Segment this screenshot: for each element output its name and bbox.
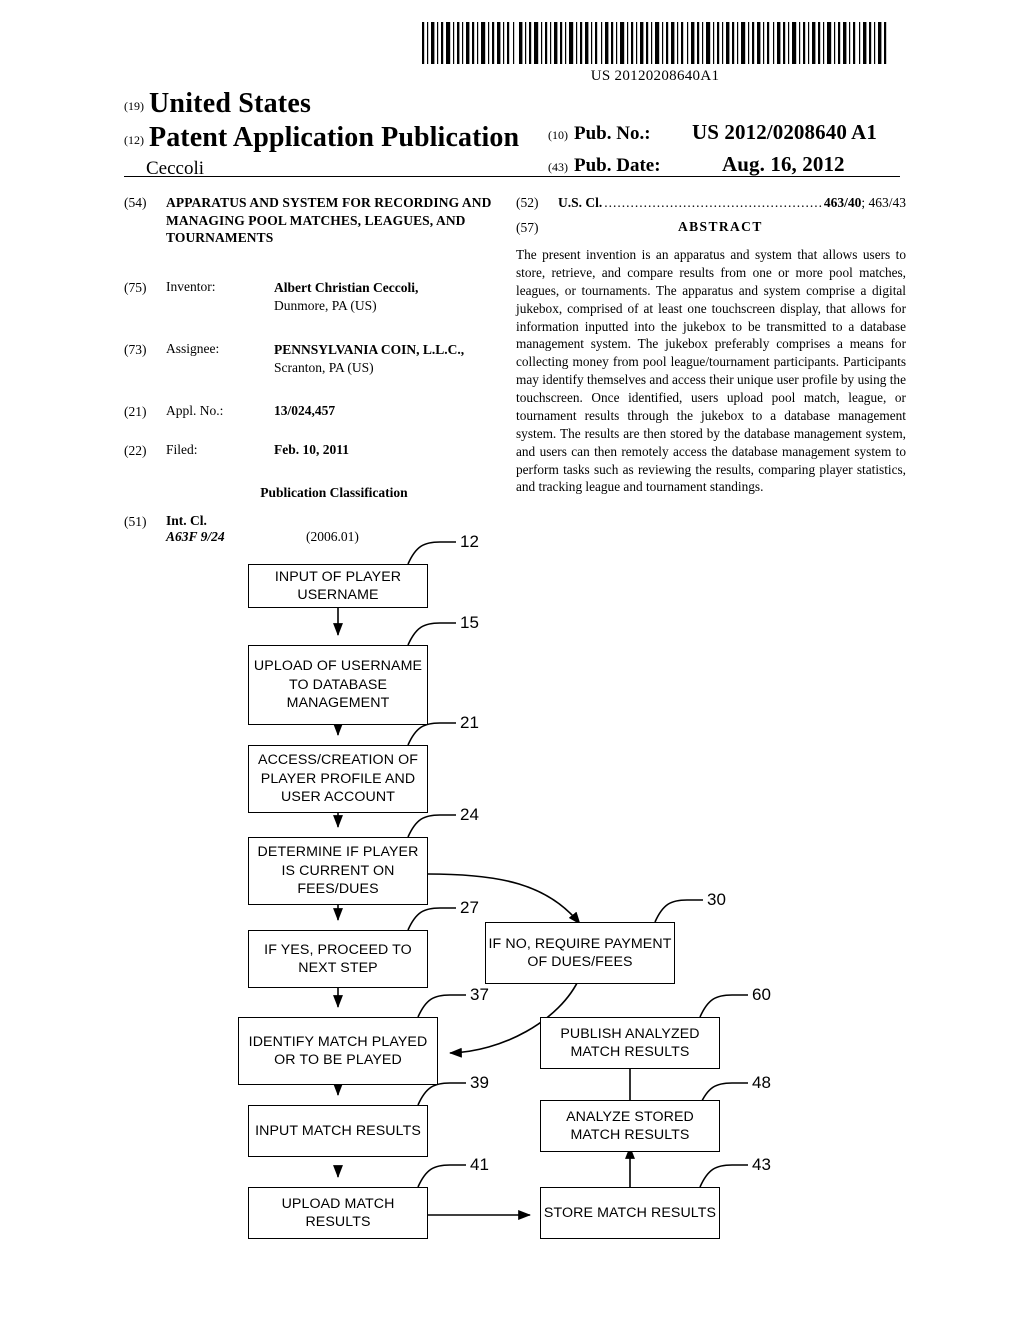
flow-box-43-label: STORE MATCH RESULTS <box>543 1204 717 1221</box>
pub-date-value: Aug. 16, 2012 <box>722 152 845 176</box>
ref-numeral-48: 48 <box>752 1073 771 1092</box>
flow-box-37-label: IDENTIFY MATCH PLAYED OR TO BE PLAYED <box>248 1033 428 1068</box>
publication-number-text: US 20120208640A1 <box>590 68 720 84</box>
filed-tag: (22) <box>124 442 147 458</box>
pub-no-label: Pub. No.: <box>574 123 651 144</box>
inventor-address: Dunmore, PA (US) <box>274 297 377 313</box>
us-cl-label: U.S. Cl. <box>558 195 603 210</box>
assignee-row: (73) Assignee: PENNSYLVANIA COIN, L.L.C.… <box>124 341 514 377</box>
ref-numeral-39: 39 <box>470 1073 489 1092</box>
document-header: (19) United States (12) Patent Application… <box>0 88 1024 179</box>
doc-type-name: Patent Application Publication <box>149 122 520 153</box>
ref-numeral-12: 12 <box>460 532 479 551</box>
flow-box-41: UPLOAD MATCH RESULTS <box>248 1187 428 1239</box>
flow-box-27: IF YES, PROCEED TO NEXT STEP <box>248 930 428 988</box>
abstract-heading: ABSTRACT <box>678 219 763 234</box>
flow-box-60-label: PUBLISH ANALYZED MATCH RESULTS <box>560 1025 700 1060</box>
patent-publication-page: US 20120208640A1 (19) United States (12) P… <box>0 0 1024 1320</box>
flow-box-15: UPLOAD OF USERNAME TO DATABASE MANAGEMEN… <box>248 645 428 725</box>
flow-box-39: INPUT MATCH RESULTS <box>248 1105 428 1157</box>
publication-classification-heading: Publication Classification <box>260 484 408 500</box>
biblio-left-column: (54) APPARATUS AND SYSTEM FOR RECORDING … <box>124 194 514 549</box>
inventor-tag: (75) <box>124 279 147 295</box>
country-line: (19) United States <box>124 88 519 122</box>
ref-numeral-21: 21 <box>460 713 479 732</box>
header-left: (19) United States (12) Patent Application… <box>124 88 519 180</box>
flow-box-21: ACCESS/CREATION OF PLAYER PROFILE AND US… <box>248 745 428 813</box>
flowchart-connectors <box>333 541 748 1220</box>
flow-box-41-label: UPLOAD MATCH RESULTS <box>281 1195 395 1230</box>
inventor-label: Inventor: <box>166 278 216 294</box>
pub-date-row: (43) Pub. Date: Aug. 16, 2012 <box>548 152 898 184</box>
ref-numeral-24: 24 <box>460 805 479 824</box>
filed-value: Feb. 10, 2011 <box>274 441 350 457</box>
title-tag: (54) <box>124 195 147 210</box>
pub-no-row: (10) Pub. No.: US 2012/0208640 A1 <box>548 120 898 152</box>
flow-box-39-label: INPUT MATCH RESULTS <box>255 1122 421 1139</box>
ref-numeral-27: 27 <box>460 898 479 917</box>
barcode-block: US 20120208640A1 <box>420 22 890 85</box>
flow-box-37: IDENTIFY MATCH PLAYED OR TO BE PLAYED <box>238 1017 438 1085</box>
ref-numeral-30: 30 <box>707 890 726 909</box>
pub-no-tag: (10) <box>548 128 568 142</box>
flow-box-48: ANALYZE STORED MATCH RESULTS <box>540 1100 720 1152</box>
abstract-tag: (57) <box>516 220 539 235</box>
filed-label: Filed: <box>166 441 198 457</box>
flow-box-12-label: INPUT OF PLAYER USERNAME <box>274 568 402 603</box>
ref-numeral-37: 37 <box>470 985 489 1004</box>
doc-type-tag: (12) <box>124 133 144 147</box>
assignee-details: PENNSYLVANIA COIN, L.L.C., Scranton, PA … <box>274 341 514 377</box>
flow-box-27-label: IF YES, PROCEED TO NEXT STEP <box>264 941 412 976</box>
us-cl-secondary-class: ; 463/43 <box>861 195 906 210</box>
us-cl-leader-dots: ........................................… <box>604 195 822 210</box>
header-right: (10) Pub. No.: US 2012/0208640 A1 (43) P… <box>548 120 898 184</box>
barcode-image <box>422 22 887 64</box>
flow-box-12: INPUT OF PLAYER USERNAME <box>248 564 428 608</box>
pub-date-label: Pub. Date: <box>574 155 661 176</box>
pub-date-tag: (43) <box>548 160 568 174</box>
flow-box-24: DETERMINE IF PLAYER IS CURRENT ON FEES/D… <box>248 837 428 905</box>
inventor-details: Albert Christian Ceccoli, Dunmore, PA (U… <box>274 279 514 315</box>
us-cl-tag: (52) <box>516 195 539 210</box>
biblio-right-column: (52) U.S. Cl. ..........................… <box>516 194 906 496</box>
us-cl-row: (52) U.S. Cl. ..........................… <box>516 194 906 211</box>
ref-numeral-41: 41 <box>470 1155 489 1174</box>
assignee-tag: (73) <box>124 341 147 357</box>
flow-box-15-label: UPLOAD OF USERNAME TO DATABASE MANAGEMEN… <box>253 658 423 712</box>
filed-row: (22) Filed: Feb. 10, 2011 <box>124 442 514 459</box>
appl-no-value: 13/024,457 <box>274 402 336 418</box>
flow-box-30: IF NO, REQUIRE PAYMENT OF DUES/FEES <box>485 922 675 984</box>
abstract-body: The present invention is an apparatus an… <box>516 247 906 495</box>
invention-title: APPARATUS AND SYSTEM FOR RECORDING AND M… <box>166 195 492 246</box>
flow-box-24-label: DETERMINE IF PLAYER IS CURRENT ON FEES/D… <box>257 844 419 898</box>
title-row: (54) APPARATUS AND SYSTEM FOR RECORDING … <box>124 194 514 247</box>
appl-no-row: (21) Appl. No.: 13/024,457 <box>124 403 514 420</box>
flow-box-43: STORE MATCH RESULTS <box>540 1187 720 1239</box>
doc-type-line: (12) Patent Application Publication <box>124 122 519 156</box>
inventor-row: (75) Inventor: Albert Christian Ceccoli,… <box>124 279 514 315</box>
pub-no-value: US 2012/0208640 A1 <box>692 120 877 144</box>
flow-box-48-label: ANALYZE STORED MATCH RESULTS <box>566 1108 694 1143</box>
flowchart-figure: INPUT OF PLAYER USERNAME 12 UPLOAD OF US… <box>0 532 1024 1292</box>
appl-no-tag: (21) <box>124 403 147 419</box>
flow-box-30-label: IF NO, REQUIRE PAYMENT OF DUES/FEES <box>488 935 672 970</box>
flow-box-60: PUBLISH ANALYZED MATCH RESULTS <box>540 1017 720 1069</box>
assignee-name: PENNSYLVANIA COIN, L.L.C., <box>274 341 465 357</box>
assignee-address: Scranton, PA (US) <box>274 359 374 375</box>
country-tag: (19) <box>124 99 144 113</box>
int-cl-label: Int. Cl. <box>166 512 207 528</box>
ref-numeral-15: 15 <box>460 613 479 632</box>
appl-no-label: Appl. No.: <box>166 402 224 418</box>
ref-numeral-43: 43 <box>752 1155 771 1174</box>
country-name: United States <box>149 88 312 119</box>
flow-box-21-label: ACCESS/CREATION OF PLAYER PROFILE AND US… <box>258 752 418 806</box>
inventor-name: Albert Christian Ceccoli, <box>274 279 419 295</box>
assignee-label: Assignee: <box>166 340 220 356</box>
ref-numeral-60: 60 <box>752 985 771 1004</box>
abstract-heading-row: (57) ABSTRACT <box>516 219 906 236</box>
us-cl-primary-class: 463/40 <box>823 195 862 210</box>
header-divider <box>124 176 900 177</box>
